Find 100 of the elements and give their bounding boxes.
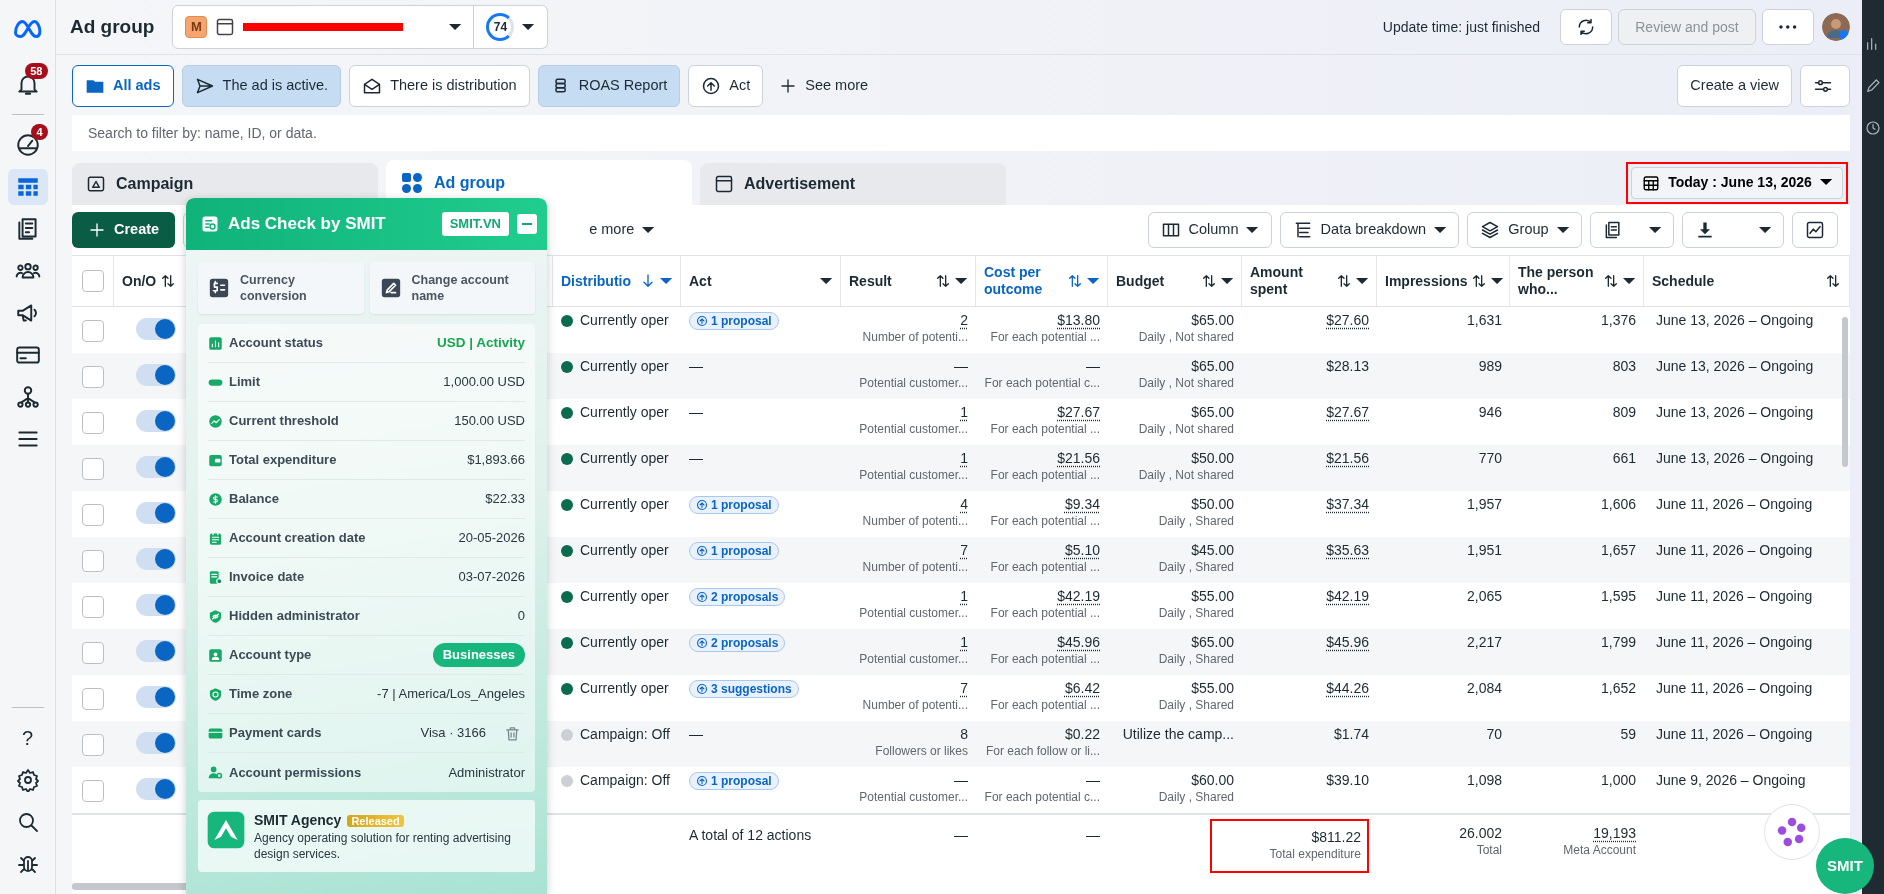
info-label: Current threshold (229, 412, 340, 431)
account-selector[interactable]: M (172, 5, 475, 49)
column-header[interactable]: Cost per outcome (984, 264, 1063, 298)
table-cell: — (954, 827, 968, 843)
sidebar-item[interactable]: 4 (7, 127, 48, 163)
row-checkbox[interactable] (82, 688, 104, 710)
column-header[interactable]: Distributio (561, 272, 636, 290)
info-label: Account status (229, 334, 324, 353)
table-cell: $39.10 (1326, 772, 1369, 788)
toggle-switch[interactable] (136, 640, 176, 662)
toggle-switch[interactable] (136, 318, 176, 340)
row-checkbox[interactable] (82, 504, 104, 526)
pen-icon (1865, 78, 1881, 94)
see-more-button[interactable]: See more (771, 75, 877, 97)
total-value: 26.002 (1459, 825, 1502, 841)
row-checkbox[interactable] (82, 550, 104, 572)
refresh-button[interactable] (1560, 9, 1612, 45)
table-cell: June 11, 2026 – Ongoing (1656, 726, 1813, 742)
search-field[interactable]: Search to filter by: name, ID, or data. (72, 115, 1850, 151)
row-checkbox[interactable] (82, 366, 104, 388)
view-settings-button[interactable] (1800, 65, 1850, 107)
table-cell: June 11, 2026 – Ongoing (1656, 496, 1813, 512)
cell-note: Number of potenti... (861, 513, 968, 529)
column-header[interactable]: Impressions (1385, 272, 1468, 290)
row-checkbox[interactable] (82, 642, 104, 664)
toggle-switch[interactable] (136, 594, 176, 616)
create-view-button[interactable]: Create a view (1677, 65, 1792, 107)
row-checkbox[interactable] (82, 780, 104, 802)
row-checkbox[interactable] (82, 320, 104, 342)
filter-button[interactable]: ROAS Report (537, 65, 681, 107)
suggestion-badge[interactable]: 1 proposal (689, 542, 779, 560)
row-checkbox[interactable] (82, 412, 104, 434)
toolbar-button[interactable] (1681, 212, 1784, 248)
toolbar-button[interactable] (1792, 212, 1838, 248)
filter-button[interactable]: There is distribution (349, 65, 530, 107)
toolbar-button[interactable]: Column (1147, 212, 1272, 248)
suggestion-badge[interactable]: 1 proposal (689, 496, 779, 514)
toggle-switch[interactable] (136, 548, 176, 570)
score-selector[interactable]: 74 (474, 5, 548, 49)
column-header[interactable]: Budget (1116, 272, 1197, 290)
suggestion-badge[interactable]: 1 proposal (689, 312, 779, 330)
toggle-switch[interactable] (136, 410, 176, 432)
table-cell: 803 (1612, 358, 1636, 374)
table-cell: 1,951 (1466, 542, 1502, 558)
column-header[interactable]: Schedule (1652, 272, 1821, 290)
suggestion-badge[interactable]: 2 proposals (689, 588, 786, 606)
mail-icon (362, 76, 383, 96)
see-more-button[interactable]: e more (581, 219, 663, 241)
minimize-button[interactable] (517, 214, 537, 234)
suggestion-badge[interactable]: 1 proposal (689, 772, 779, 790)
level-tab[interactable]: Ad group (386, 160, 692, 205)
level-tab[interactable]: Campaign (72, 163, 378, 205)
column-header[interactable]: Act (689, 272, 816, 290)
suggestion-badge[interactable]: 3 suggestions (689, 680, 799, 698)
toolbar-button[interactable]: Data breakdown (1279, 212, 1460, 248)
status-value: USD | Activity (436, 333, 525, 352)
column-header[interactable]: Result (849, 272, 931, 290)
toolbar-button[interactable]: Group (1467, 212, 1582, 248)
filter-button[interactable]: Act (688, 65, 764, 107)
column-header[interactable]: Amount spent (1250, 264, 1332, 298)
column-header[interactable]: The person who... (1518, 264, 1599, 298)
action-button[interactable]: Change account name (369, 262, 535, 314)
toggle-switch[interactable] (136, 732, 176, 754)
agency-name: SMIT Agency (254, 812, 342, 828)
action-button[interactable]: Currency conversion (198, 262, 364, 314)
cell-note: For each potential ... (989, 559, 1100, 575)
table-cell: 70 (1486, 726, 1502, 742)
column-header[interactable]: On/O (122, 272, 157, 290)
table-cell: 1,799 (1600, 634, 1636, 650)
toggle-switch[interactable] (136, 778, 176, 800)
toggle-switch[interactable] (136, 456, 176, 478)
scrollbar-thumb[interactable] (1842, 317, 1848, 467)
agency-card[interactable]: SMIT Agency Released Agency operating solution for renting advertising design services. (198, 800, 535, 873)
sidebar-item[interactable]: ? (7, 720, 48, 756)
level-tab[interactable]: Advertisement (700, 163, 1006, 205)
table-cell: — (1086, 772, 1100, 788)
ad-account-icon (215, 17, 236, 37)
toolbar-button[interactable] (1589, 212, 1674, 248)
sort-icon (1602, 273, 1619, 289)
create-button[interactable]: Create (72, 212, 176, 248)
info-value: 150.00 USD (454, 412, 525, 431)
select-all-checkbox[interactable] (81, 270, 104, 292)
row-checkbox[interactable] (82, 458, 104, 480)
cell-note: Followers or likes (874, 743, 968, 759)
filter-button[interactable]: All ads (72, 65, 174, 107)
suggestion-badge[interactable]: 2 proposals (689, 634, 786, 652)
sidebar-item[interactable]: 58 (7, 66, 48, 102)
toggle-switch[interactable] (136, 686, 176, 708)
toggle-switch[interactable] (136, 502, 176, 524)
row-checkbox[interactable] (82, 596, 104, 618)
cell-note: For each potential ... (989, 697, 1100, 713)
row-checkbox[interactable] (82, 734, 104, 756)
date-range-button[interactable]: Today : June 13, 2026 (1631, 166, 1843, 199)
filter-button[interactable]: The ad is active. (181, 65, 342, 107)
table-cell: 1 (960, 404, 968, 420)
table-cell: $42.19 (1326, 588, 1369, 604)
status-text: Currently oper (580, 542, 669, 560)
toggle-switch[interactable] (136, 364, 176, 386)
agency-logo (206, 810, 246, 850)
table-cell: $37.34 (1326, 496, 1369, 512)
